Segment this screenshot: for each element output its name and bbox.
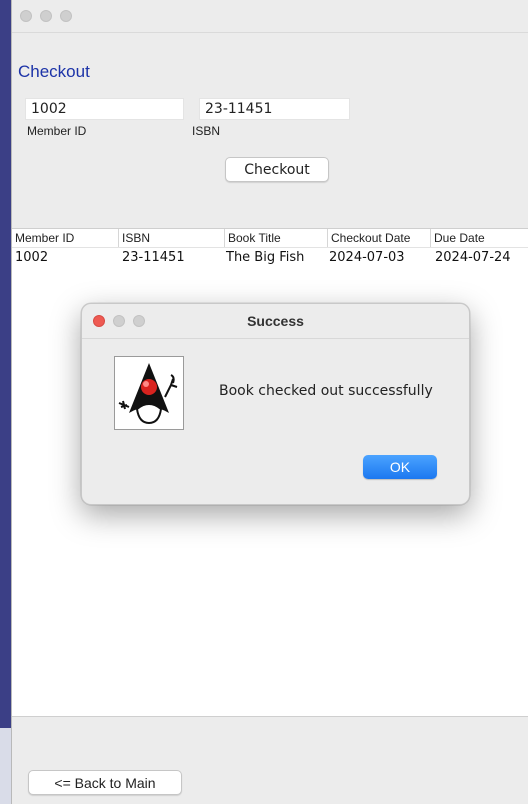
cell-member-id: 1002 bbox=[15, 250, 49, 265]
success-dialog: Success Book checked out successfully OK bbox=[81, 303, 470, 505]
close-window-button[interactable] bbox=[20, 10, 32, 22]
isbn-label: ISBN bbox=[192, 124, 221, 138]
dialog-title: Success bbox=[247, 313, 304, 329]
column-header-member-id[interactable]: Member ID bbox=[12, 229, 119, 247]
dialog-message: Book checked out successfully bbox=[219, 383, 433, 399]
desktop-edge bbox=[0, 0, 11, 804]
dialog-titlebar: Success bbox=[82, 304, 469, 339]
member-id-field[interactable] bbox=[25, 98, 184, 120]
cell-isbn: 23-11451 bbox=[122, 250, 185, 265]
back-to-main-button[interactable]: <= Back to Main bbox=[28, 770, 182, 795]
member-id-label: Member ID bbox=[27, 124, 87, 138]
column-header-book-title[interactable]: Book Title bbox=[225, 229, 328, 247]
column-header-checkout-date[interactable]: Checkout Date bbox=[328, 229, 431, 247]
cell-checkout-date: 2024-07-03 bbox=[329, 250, 405, 265]
java-duke-icon bbox=[114, 356, 184, 430]
minimize-window-button[interactable] bbox=[40, 10, 52, 22]
ok-button[interactable]: OK bbox=[363, 455, 437, 479]
page-title: Checkout bbox=[18, 62, 90, 81]
column-header-due-date[interactable]: Due Date bbox=[431, 229, 528, 247]
isbn-field[interactable] bbox=[199, 98, 350, 120]
column-header-isbn[interactable]: ISBN bbox=[119, 229, 225, 247]
zoom-window-button[interactable] bbox=[60, 10, 72, 22]
window-titlebar bbox=[12, 0, 528, 33]
checkout-button[interactable]: Checkout bbox=[225, 157, 329, 182]
cell-book-title: The Big Fish bbox=[226, 250, 305, 265]
cell-due-date: 2024-07-24 bbox=[435, 250, 511, 265]
table-header-divider bbox=[12, 247, 528, 248]
